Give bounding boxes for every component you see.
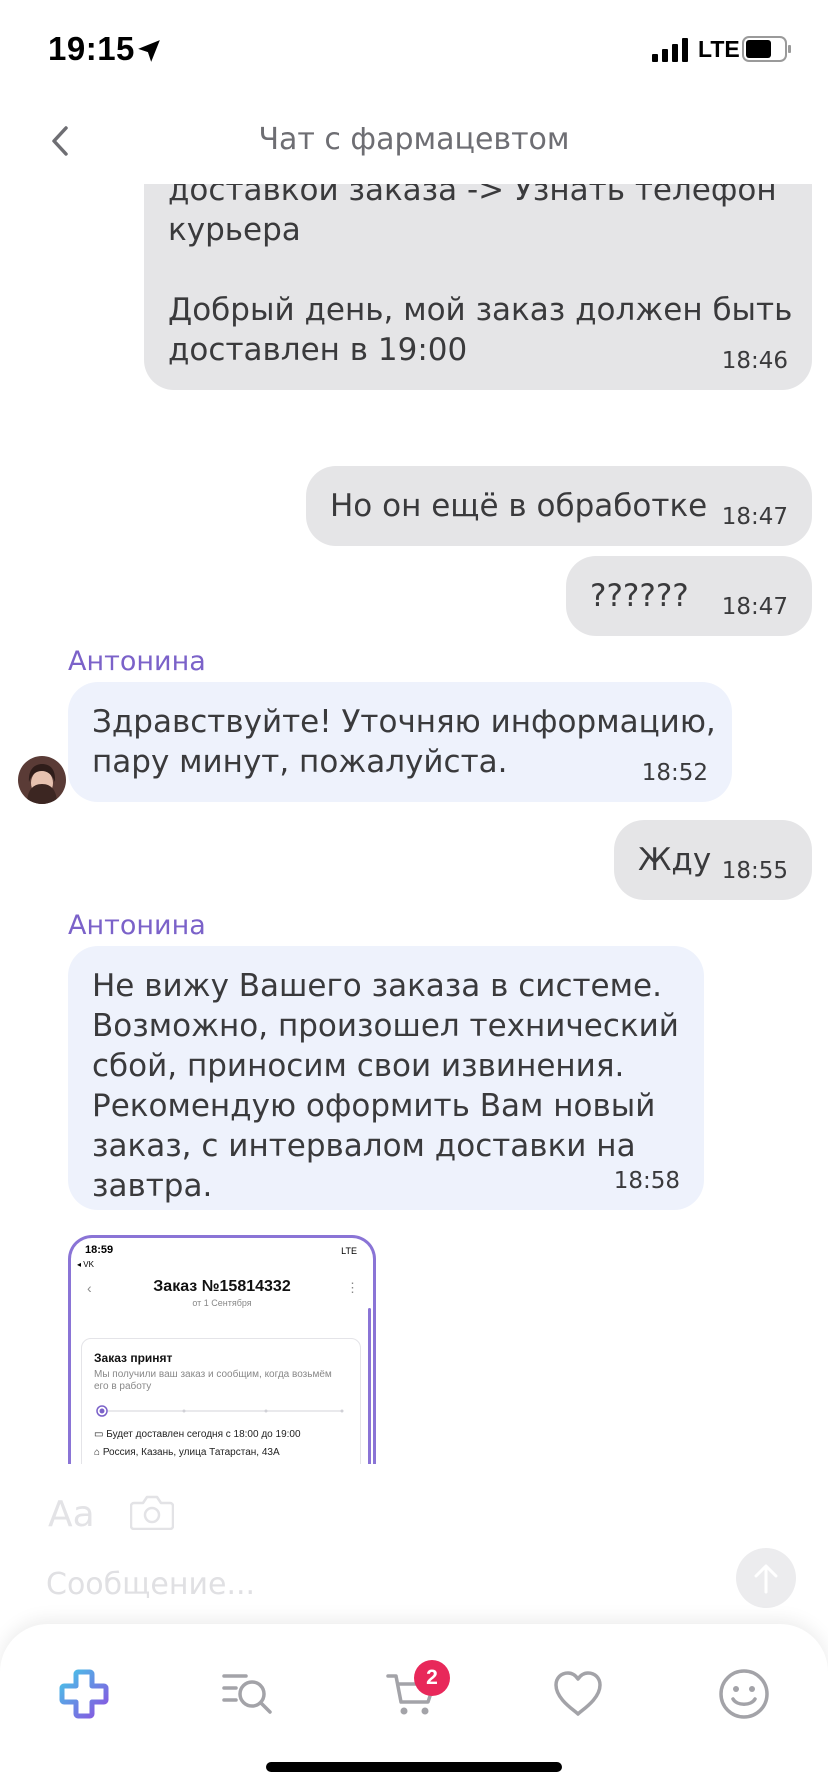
attachment-menu-icon: ⋮ bbox=[346, 1280, 359, 1295]
attachment-scrollbar bbox=[368, 1308, 371, 1464]
tab-profile[interactable] bbox=[716, 1666, 772, 1722]
attachment-order-date: от 1 Сентября bbox=[192, 1298, 252, 1308]
status-bar: 19:15 LTE bbox=[0, 0, 828, 100]
attachment-progress-icon bbox=[96, 1405, 344, 1417]
attachment-address-value: Россия, Казань, улица Татарстан, 43А bbox=[102, 1447, 280, 1458]
cart-badge: 2 bbox=[414, 1660, 450, 1696]
message-text: доставкой заказа -> Узнать телефон курье… bbox=[168, 184, 793, 368]
attachment-status-text: Мы получили ваш заказ и сообщим, когда в… bbox=[94, 1369, 332, 1392]
message-text: Жду bbox=[638, 842, 712, 878]
sender-name: Антонина bbox=[68, 646, 206, 677]
text-format-button[interactable]: Aa bbox=[48, 1494, 95, 1535]
message-time: 18:47 bbox=[721, 594, 788, 620]
message-text: ?????? bbox=[590, 578, 689, 614]
attachment-status-time: 18:59 bbox=[85, 1244, 114, 1256]
message-time: 18:55 bbox=[721, 858, 788, 884]
tab-home[interactable] bbox=[56, 1666, 112, 1722]
chat-header: Чат с фармацевтом bbox=[0, 100, 828, 184]
message-bubble-outgoing[interactable]: ?????? 18:47 bbox=[566, 556, 812, 636]
attachment-back-app: ◂ VK bbox=[77, 1260, 94, 1269]
message-time: 18:52 bbox=[641, 760, 708, 786]
image-attachment[interactable]: 18:59 ◂ VK LTE ‹ Заказ №15814332 от 1 Се… bbox=[68, 1235, 376, 1464]
message-input[interactable] bbox=[46, 1560, 726, 1608]
attachment-delivery-value: Будет доставлен сегодня с 18:00 до 19:00 bbox=[106, 1429, 301, 1440]
home-indicator bbox=[266, 1762, 562, 1772]
tab-catalog-search[interactable] bbox=[220, 1666, 276, 1722]
location-arrow-icon bbox=[138, 40, 160, 62]
page-title: Чат с фармацевтом bbox=[258, 122, 570, 157]
battery-icon bbox=[742, 36, 791, 62]
message-bubble-incoming[interactable]: Здравствуйте! Уточняю информацию, пару м… bbox=[68, 682, 732, 802]
message-text: Не вижу Вашего заказа в системе. Возможн… bbox=[92, 968, 679, 1204]
chat-messages[interactable]: доставкой заказа -> Узнать телефон курье… bbox=[0, 184, 828, 1464]
arrow-up-icon bbox=[754, 1564, 778, 1594]
attachment-address-text: ⌂ Россия, Казань, улица Татарстан, 43А bbox=[94, 1447, 280, 1458]
network-type: LTE bbox=[698, 36, 740, 62]
message-bubble-outgoing[interactable]: Жду 18:55 bbox=[614, 820, 812, 900]
message-time: 18:58 bbox=[613, 1168, 680, 1194]
sender-name: Антонина bbox=[68, 910, 206, 941]
message-text: Но он ещё в обработке bbox=[330, 488, 708, 524]
signal-icon bbox=[652, 38, 688, 62]
avatar[interactable] bbox=[18, 756, 66, 804]
message-bubble-outgoing[interactable]: доставкой заказа -> Узнать телефон курье… bbox=[144, 184, 812, 390]
attachment-order-title: Заказ №15814332 bbox=[153, 1278, 291, 1295]
message-bubble-incoming[interactable]: Не вижу Вашего заказа в системе. Возможн… bbox=[68, 946, 704, 1210]
message-time: 18:46 bbox=[721, 348, 788, 374]
tab-favorites[interactable] bbox=[550, 1666, 606, 1722]
attachment-delivery-text: ▭ Будет доставлен сегодня с 18:00 до 19:… bbox=[94, 1429, 301, 1440]
message-bubble-outgoing[interactable]: Но он ещё в обработке 18:47 bbox=[306, 466, 812, 546]
attachment-status-title: Заказ принят bbox=[94, 1351, 173, 1365]
message-composer: Aa bbox=[0, 1464, 828, 1624]
send-button[interactable] bbox=[736, 1548, 796, 1608]
attachment-status-card: Заказ принят Мы получили ваш заказ и соо… bbox=[81, 1338, 361, 1464]
attachment-network: LTE bbox=[341, 1246, 357, 1256]
message-text: Здравствуйте! Уточняю информацию, пару м… bbox=[92, 704, 716, 780]
camera-icon[interactable] bbox=[130, 1494, 174, 1530]
status-time: 19:15 bbox=[48, 30, 135, 67]
message-time: 18:47 bbox=[721, 504, 788, 530]
avatar-photo bbox=[18, 756, 66, 804]
